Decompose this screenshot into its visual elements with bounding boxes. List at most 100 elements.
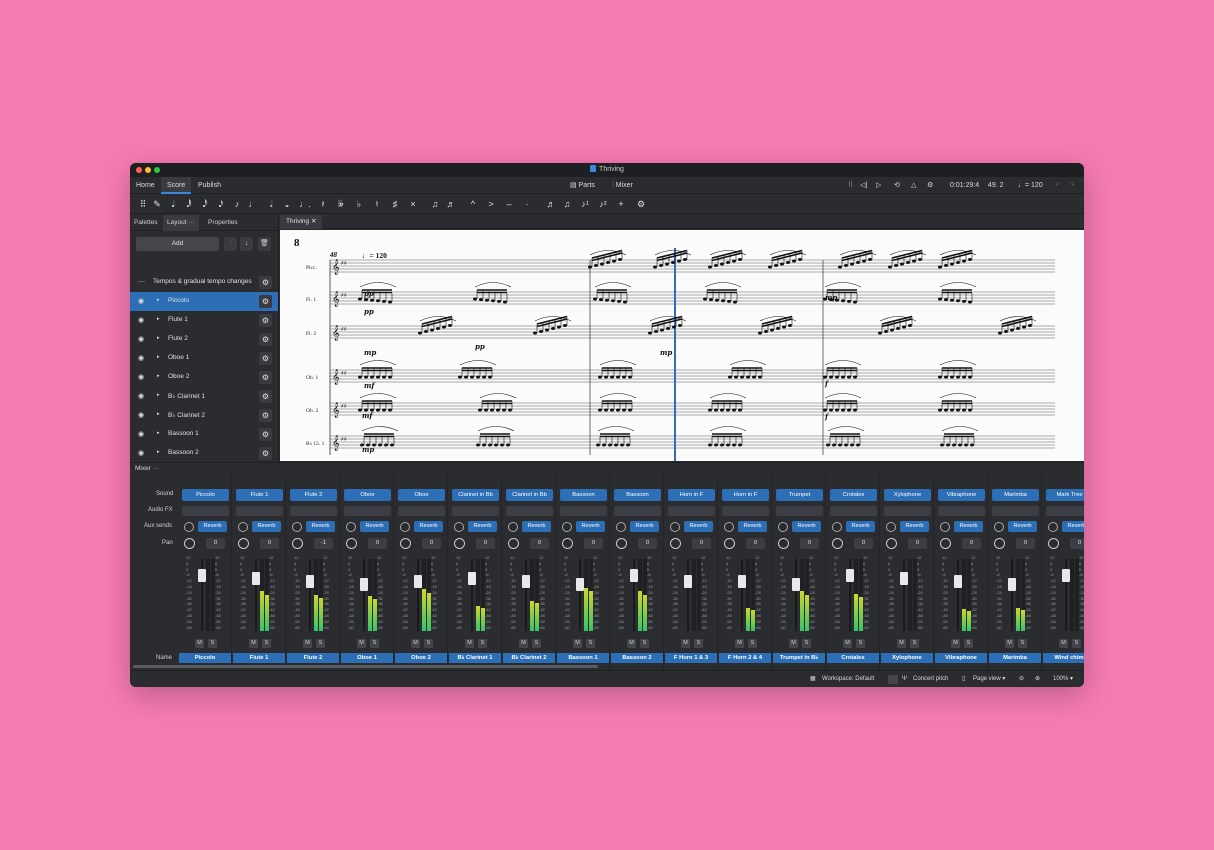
expand-icon[interactable]: ▸ [157, 430, 160, 436]
aux-knob[interactable] [994, 522, 1004, 532]
note-tool-24[interactable]: ♫ [560, 197, 574, 211]
mute-button[interactable]: M [627, 639, 636, 648]
concert-pitch-toggle[interactable] [888, 675, 898, 684]
audio-fx-slot[interactable] [398, 506, 445, 516]
expand-icon[interactable]: ▸ [157, 449, 160, 455]
gear-icon[interactable]: ⚙ [259, 371, 272, 384]
fader-handle[interactable] [576, 578, 584, 591]
score-svg[interactable]: 848 ♩= 120Picc. 𝄞 ♯♯Fl. 1 𝄞 ♯♯Fl. 2 𝄞 ♯♯Ob. 1 𝄞 ♯… [280, 230, 1084, 461]
audio-fx-slot[interactable] [506, 506, 553, 516]
mute-button[interactable]: M [1059, 639, 1068, 648]
solo-button[interactable]: S [424, 639, 433, 648]
loop-icon[interactable]: ⟲ [894, 177, 900, 194]
expand-icon[interactable]: ▸ [157, 335, 160, 341]
reverb-button[interactable]: Reverb [954, 521, 983, 532]
eye-icon[interactable]: ◉ [138, 449, 144, 457]
note-tool-13[interactable]: ♭ [352, 197, 366, 211]
mute-button[interactable]: M [951, 639, 960, 648]
aux-knob[interactable] [454, 522, 464, 532]
pan-knob[interactable] [454, 538, 465, 549]
expand-icon[interactable]: ▸ [157, 411, 160, 417]
sound-button[interactable]: Flute 1 [236, 489, 283, 501]
note-tool-8[interactable]: 𝅗𝅥 [264, 197, 278, 211]
fader-handle[interactable] [738, 575, 746, 588]
pan-knob[interactable] [1048, 538, 1059, 549]
pan-knob[interactable] [346, 538, 357, 549]
aux-knob[interactable] [886, 522, 896, 532]
mute-button[interactable]: M [1005, 639, 1014, 648]
play-icon[interactable]: ▷ [876, 177, 881, 194]
tab-layout[interactable]: Layout ··· [163, 215, 199, 231]
gear-icon[interactable]: ⚙ [259, 428, 272, 441]
channel-name[interactable]: Bassoon 1 [557, 653, 609, 663]
aux-knob[interactable] [616, 522, 626, 532]
pan-knob[interactable] [778, 538, 789, 549]
score-view[interactable]: 8 48 ♩= 120 Picc. 𝄞 ♯♯ Fl. 1 𝄞 ♯♯ Fl. 2 𝄞 ♯♯ Ob. 1 𝄞 ♯… [280, 230, 1084, 461]
pan-value[interactable]: 0 [638, 538, 657, 549]
gear-icon[interactable]: ⚙ [259, 390, 272, 403]
layer-row[interactable]: ◉ ▸ Bassoon 1 ⚙ [130, 425, 278, 444]
sound-button[interactable]: Mark Tree [1046, 489, 1084, 501]
note-tool-2[interactable]: 𝅘𝅥 [166, 197, 180, 211]
fader-handle[interactable] [630, 569, 638, 582]
note-tool-21[interactable]: – [502, 197, 516, 211]
pan-knob[interactable] [616, 538, 627, 549]
aux-knob[interactable] [400, 522, 410, 532]
metronome-icon[interactable]: △ [911, 177, 916, 194]
channel-name[interactable]: Bassoon 2 [611, 653, 663, 663]
fader-track[interactable] [525, 559, 527, 631]
move-down-icon[interactable]: ↓ [240, 237, 253, 251]
solo-button[interactable]: S [316, 639, 325, 648]
pan-value[interactable]: 0 [422, 538, 441, 549]
note-tool-9[interactable]: 𝅝 [280, 197, 294, 211]
note-tool-20[interactable]: > [484, 197, 498, 211]
pan-knob[interactable] [832, 538, 843, 549]
fader-track[interactable] [687, 559, 689, 631]
audio-fx-slot[interactable] [452, 506, 499, 516]
reverb-button[interactable]: Reverb [522, 521, 551, 532]
channel-name[interactable]: Marimba [989, 653, 1041, 663]
mute-button[interactable]: M [519, 639, 528, 648]
aux-knob[interactable] [940, 522, 950, 532]
aux-knob[interactable] [292, 522, 302, 532]
pan-knob[interactable] [508, 538, 519, 549]
layer-row[interactable]: ◉ ▸ Piccolo ⚙ [130, 292, 278, 311]
layer-row[interactable]: ◉ ▸ B♭ Clarinet 1 ⚙ [130, 387, 278, 406]
expand-icon[interactable]: ▸ [157, 316, 160, 322]
aux-knob[interactable] [670, 522, 680, 532]
fader-handle[interactable] [1062, 569, 1070, 582]
fader-handle[interactable] [900, 572, 908, 585]
aux-knob[interactable] [562, 522, 572, 532]
note-tool-10[interactable]: ♩. [298, 197, 312, 211]
mute-button[interactable]: M [195, 639, 204, 648]
note-tool-11[interactable]: 𝄽 [316, 197, 330, 211]
tab-palettes[interactable]: Palettes [130, 215, 162, 231]
reverb-button[interactable]: Reverb [630, 521, 659, 532]
fader-track[interactable] [903, 559, 905, 631]
aux-knob[interactable] [1048, 522, 1058, 532]
gear-icon[interactable]: ⚙ [259, 352, 272, 365]
layer-row[interactable]: ◉ ▸ Oboe 2 ⚙ [130, 368, 278, 387]
reverb-button[interactable]: Reverb [468, 521, 497, 532]
pan-value[interactable]: 0 [476, 538, 495, 549]
audio-fx-slot[interactable] [614, 506, 661, 516]
sound-button[interactable]: Horn in F [668, 489, 715, 501]
channel-name[interactable]: Piccolo [179, 653, 231, 663]
mute-button[interactable]: M [249, 639, 258, 648]
gear-icon[interactable]: ⚙ [259, 295, 272, 308]
note-tool-15[interactable]: ♯ [388, 197, 402, 211]
solo-button[interactable]: S [1072, 639, 1081, 648]
redo-icon[interactable]: ↷ [1069, 177, 1075, 194]
fader-handle[interactable] [1008, 578, 1016, 591]
note-tool-23[interactable]: ♬ [544, 197, 558, 211]
playback-settings-icon[interactable]: ⚙ [927, 177, 933, 194]
eye-icon[interactable]: ◉ [138, 354, 144, 362]
gear-icon[interactable]: ⚙ [259, 276, 272, 289]
solo-button[interactable]: S [802, 639, 811, 648]
aux-knob[interactable] [184, 522, 194, 532]
pan-value[interactable]: 0 [584, 538, 603, 549]
audio-fx-slot[interactable] [722, 506, 769, 516]
layer-row[interactable]: ◉ ▸ Flute 1 ⚙ [130, 311, 278, 330]
pan-value[interactable]: 0 [1016, 538, 1035, 549]
solo-button[interactable]: S [532, 639, 541, 648]
